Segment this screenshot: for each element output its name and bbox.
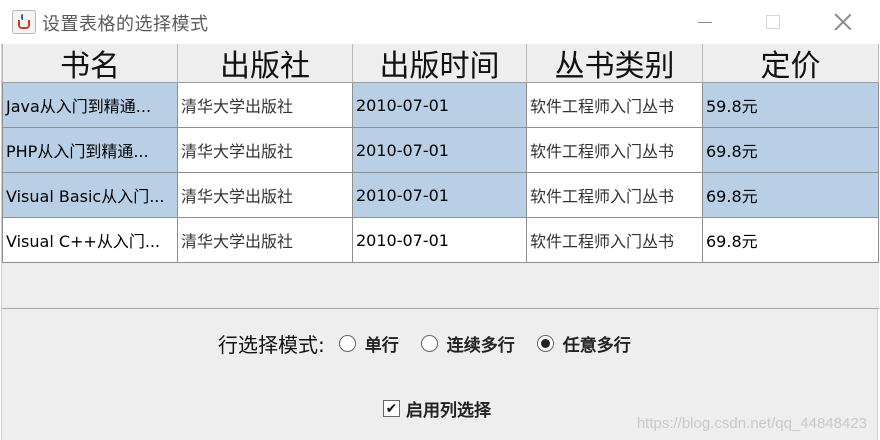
- table-cell[interactable]: 清华大学出版社: [178, 173, 353, 218]
- column-selection-label: 启用列选择: [406, 401, 491, 421]
- table-cell[interactable]: 59.8元: [703, 83, 879, 128]
- selection-mode-option[interactable]: 连续多行: [420, 331, 515, 356]
- table-cell[interactable]: 2010-07-01: [353, 218, 527, 263]
- maximize-icon: [766, 15, 780, 29]
- table-cell[interactable]: 软件工程师入门丛书: [527, 83, 703, 128]
- selection-mode-option[interactable]: 任意多行: [536, 331, 631, 356]
- minimize-button[interactable]: [672, 0, 738, 44]
- window-title: 设置表格的选择模式: [42, 14, 209, 35]
- selection-mode-option[interactable]: 单行: [338, 331, 399, 356]
- column-header[interactable]: 出版社: [178, 44, 353, 84]
- book-table[interactable]: 书名 出版社 出版时间 丛书类别 定价 Java从入门到精通... 清华大学出版社…: [2, 44, 879, 263]
- minimize-icon: [698, 21, 712, 23]
- close-icon: [834, 13, 852, 31]
- column-header[interactable]: 书名: [2, 44, 178, 84]
- java-coffee-icon[interactable]: [12, 10, 36, 34]
- table-cell[interactable]: 69.8元: [703, 173, 879, 218]
- watermark-text: https://blog.csdn.net/qq_44848423: [636, 415, 867, 432]
- table-cell[interactable]: 69.8元: [703, 218, 879, 263]
- selection-mode-group: 行选择模式: 单行 连续多行 任意多行: [218, 330, 653, 357]
- table-cell[interactable]: 软件工程师入门丛书: [527, 218, 703, 263]
- table-header: 书名 出版社 出版时间 丛书类别 定价: [2, 44, 879, 84]
- column-header[interactable]: 出版时间: [353, 44, 527, 84]
- table-cell[interactable]: 2010-07-01: [353, 83, 527, 128]
- checkmark-icon: ✔: [385, 400, 398, 417]
- table-cell[interactable]: 69.8元: [703, 128, 879, 173]
- column-selection-checkbox[interactable]: ✔ 启用列选择: [383, 396, 491, 421]
- radio-button[interactable]: [536, 334, 554, 352]
- radio-button[interactable]: [420, 334, 438, 352]
- table-cell[interactable]: Visual C++从入门...: [2, 218, 178, 263]
- table-cell[interactable]: Java从入门到精通...: [2, 83, 178, 128]
- table-row[interactable]: PHP从入门到精通... 清华大学出版社 2010-07-01 软件工程师入门丛书 69…: [2, 128, 879, 173]
- table-row[interactable]: Visual C++从入门... 清华大学出版社 2010-07-01 软件工程师入门…: [2, 218, 879, 263]
- table-cell[interactable]: Visual Basic从入门...: [2, 173, 178, 218]
- table-body: Java从入门到精通... 清华大学出版社 2010-07-01 软件工程师入门丛书 5…: [2, 83, 879, 263]
- table-cell[interactable]: 2010-07-01: [353, 128, 527, 173]
- content-pane: 书名 出版社 出版时间 丛书类别 定价 Java从入门到精通... 清华大学出版社…: [1, 44, 879, 440]
- close-button[interactable]: [810, 0, 876, 44]
- radio-label: 单行: [364, 335, 399, 356]
- maximize-button[interactable]: [740, 0, 806, 44]
- table-row[interactable]: Java从入门到精通... 清华大学出版社 2010-07-01 软件工程师入门丛书 5…: [2, 83, 879, 128]
- table-empty-area: [2, 263, 879, 309]
- radio-label: 任意多行: [562, 335, 631, 356]
- selection-mode-label: 行选择模式:: [218, 332, 325, 357]
- checkbox-box[interactable]: ✔: [383, 400, 400, 417]
- table-cell[interactable]: 清华大学出版社: [178, 218, 353, 263]
- column-header[interactable]: 定价: [703, 44, 879, 84]
- radio-selected-dot: [540, 338, 550, 348]
- table-cell[interactable]: 2010-07-01: [353, 173, 527, 218]
- table-cell[interactable]: 清华大学出版社: [178, 128, 353, 173]
- table-cell[interactable]: 软件工程师入门丛书: [527, 128, 703, 173]
- radio-button[interactable]: [338, 334, 356, 352]
- table-cell[interactable]: 清华大学出版社: [178, 83, 353, 128]
- table-cell[interactable]: 软件工程师入门丛书: [527, 173, 703, 218]
- table-cell[interactable]: PHP从入门到精通...: [2, 128, 178, 173]
- title-bar: 设置表格的选择模式: [0, 0, 880, 44]
- radio-label: 连续多行: [446, 335, 515, 356]
- column-header[interactable]: 丛书类别: [527, 44, 703, 84]
- table-row[interactable]: Visual Basic从入门... 清华大学出版社 2010-07-01 软件工程师…: [2, 173, 879, 218]
